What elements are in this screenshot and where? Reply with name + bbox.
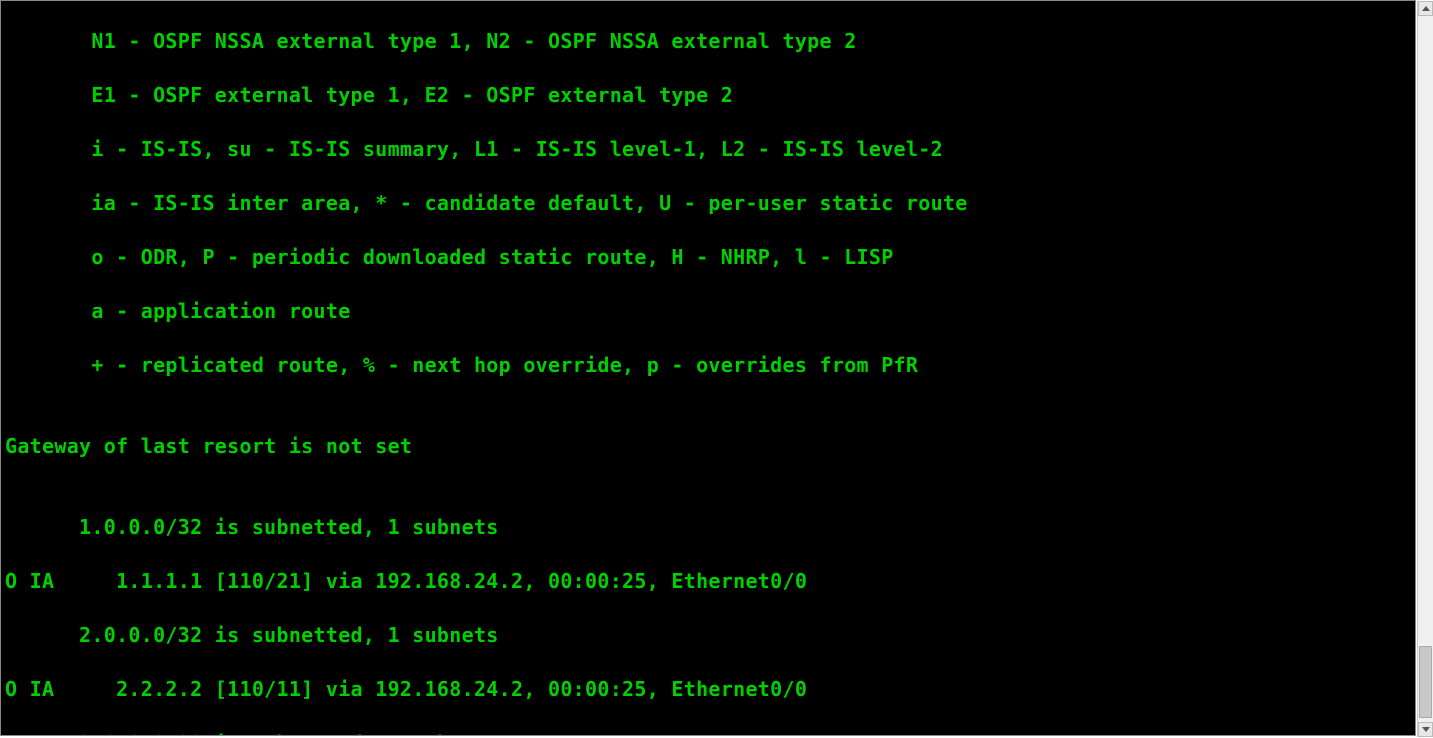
chevron-up-icon (1422, 6, 1430, 11)
terminal-window[interactable]: N1 - OSPF NSSA external type 1, N2 - OSP… (0, 0, 1416, 736)
vertical-scrollbar[interactable] (1417, 1, 1433, 737)
terminal-line: O IA 1.1.1.1 [110/21] via 192.168.24.2, … (5, 568, 1415, 595)
scroll-up-button[interactable] (1418, 1, 1433, 16)
terminal-line: a - application route (5, 298, 1415, 325)
terminal-line: ia - IS-IS inter area, * - candidate def… (5, 190, 1415, 217)
terminal-line: N1 - OSPF NSSA external type 1, N2 - OSP… (5, 28, 1415, 55)
terminal-line: 3.0.0.0/32 is subnetted, 1 subnets (5, 730, 1415, 736)
scroll-down-button[interactable] (1418, 722, 1433, 737)
terminal-line: 2.0.0.0/32 is subnetted, 1 subnets (5, 622, 1415, 649)
terminal-output: N1 - OSPF NSSA external type 1, N2 - OSP… (1, 1, 1415, 736)
terminal-line: i - IS-IS, su - IS-IS summary, L1 - IS-I… (5, 136, 1415, 163)
terminal-line: o - ODR, P - periodic downloaded static … (5, 244, 1415, 271)
chevron-down-icon (1422, 727, 1430, 732)
terminal-line: O IA 2.2.2.2 [110/11] via 192.168.24.2, … (5, 676, 1415, 703)
terminal-line: 1.0.0.0/32 is subnetted, 1 subnets (5, 514, 1415, 541)
terminal-line: Gateway of last resort is not set (5, 433, 1415, 460)
scrollbar-thumb[interactable] (1419, 646, 1432, 718)
terminal-line: + - replicated route, % - next hop overr… (5, 352, 1415, 379)
terminal-line: E1 - OSPF external type 1, E2 - OSPF ext… (5, 82, 1415, 109)
